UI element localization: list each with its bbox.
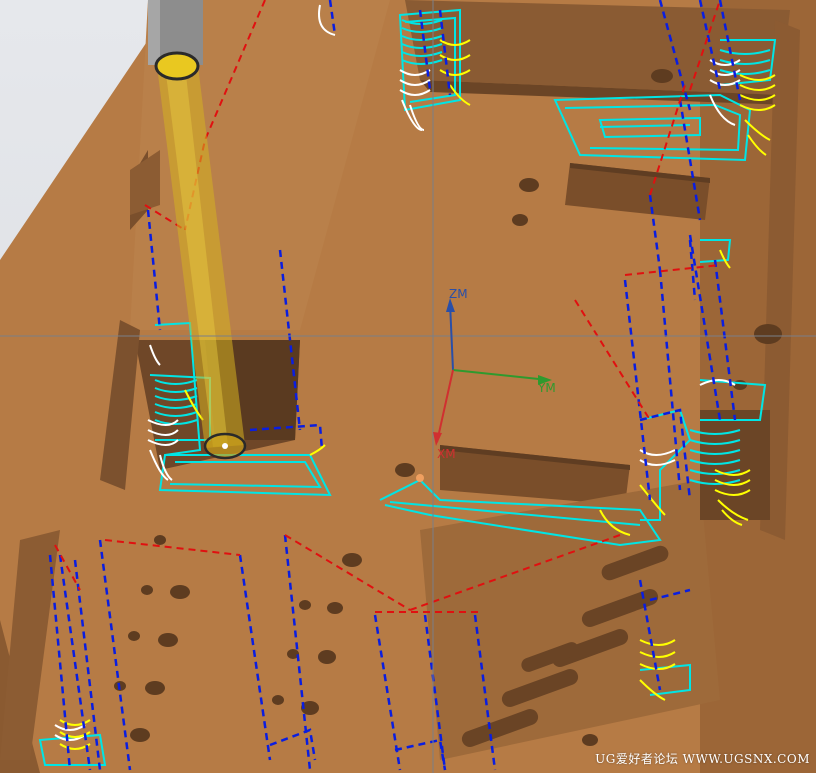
model-scene <box>0 0 816 773</box>
forum-watermark: UG爱好者论坛 WWW.UGSNX.COM <box>595 752 810 766</box>
workpiece-body <box>0 0 816 773</box>
axis-label-zm: ZM <box>449 287 468 301</box>
cam-graphics-viewport[interactable]: ZM YM XM UG爱好者论坛 WWW.UGSNX.COM <box>0 0 816 773</box>
axis-label-ym: YM <box>538 381 556 395</box>
axis-label-xm: XM <box>437 447 456 461</box>
